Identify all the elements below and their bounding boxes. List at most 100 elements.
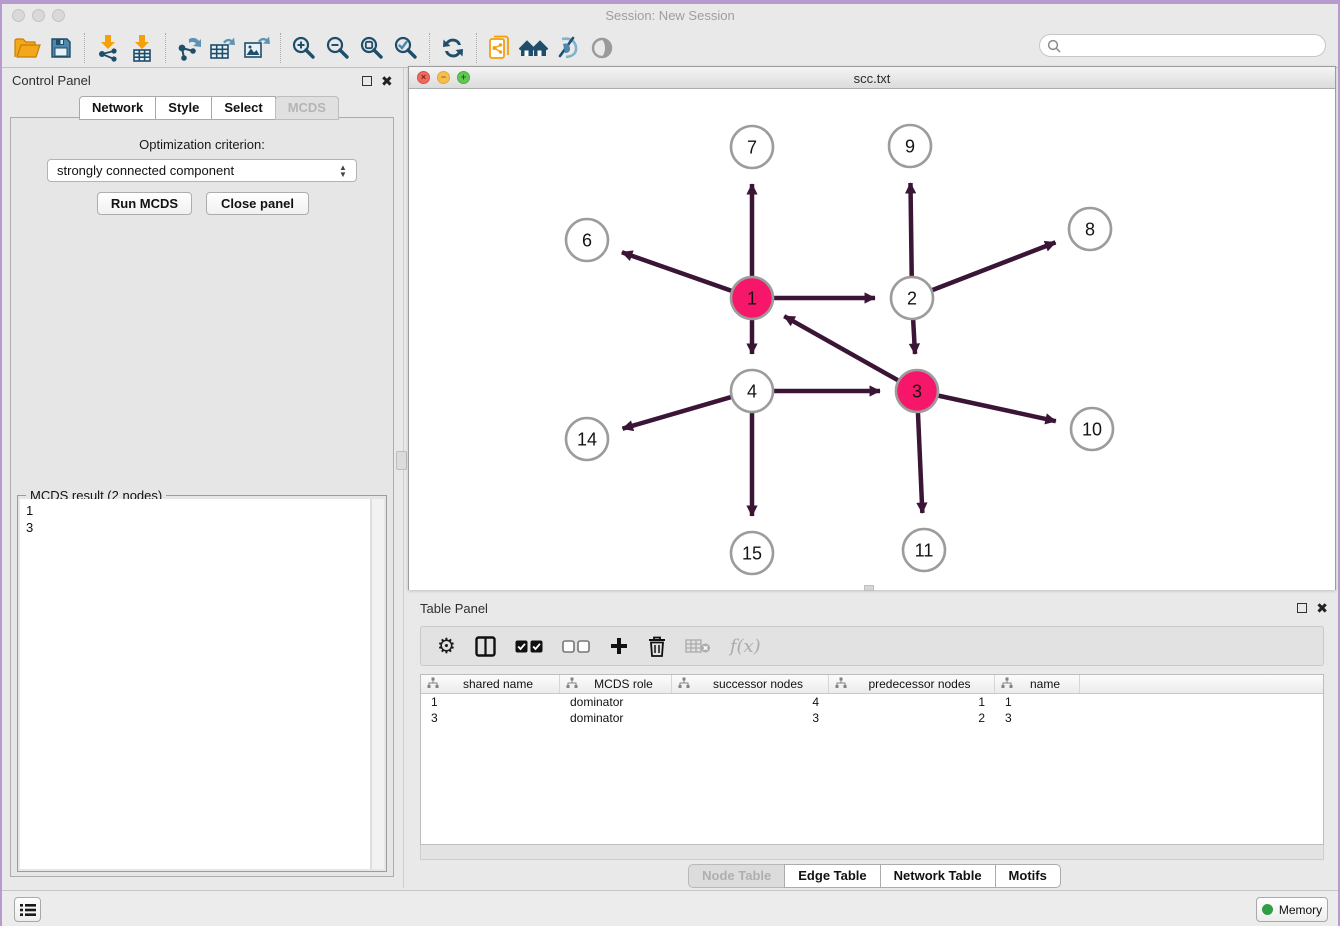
open-session-icon[interactable] (10, 32, 44, 64)
toolbar-separator (165, 33, 166, 63)
edge-2-3[interactable] (913, 318, 915, 354)
node-11[interactable]: 11 (903, 529, 945, 571)
svg-text:3: 3 (912, 382, 922, 402)
control-tab-select[interactable]: Select (211, 96, 275, 120)
cell-name[interactable]: 1 (995, 694, 1080, 710)
network-window-titlebar[interactable]: × − + scc.txt (409, 67, 1335, 89)
table-scroll-strip[interactable] (420, 845, 1324, 860)
table-row[interactable]: 3dominator323 (421, 710, 1323, 726)
import-table-icon[interactable] (125, 32, 159, 64)
table-tab-network-table[interactable]: Network Table (880, 864, 996, 888)
cell-name[interactable]: 3 (995, 710, 1080, 726)
node-3[interactable]: 3 (896, 370, 938, 412)
float-table-panel-icon[interactable] (1297, 603, 1307, 613)
close-panel-icon[interactable]: ✖ (381, 76, 393, 86)
close-table-panel-icon[interactable]: ✖ (1316, 603, 1328, 613)
result-scrollbar[interactable] (371, 499, 384, 869)
add-column-icon[interactable] (609, 636, 629, 656)
node-14[interactable]: 14 (566, 418, 608, 460)
node-9[interactable]: 9 (889, 125, 931, 167)
zoom-selected-icon[interactable] (389, 32, 423, 64)
network-canvas[interactable]: 7 9 6 8 1 2 4 3 14 10 15 11 (409, 89, 1335, 590)
control-tab-style[interactable]: Style (155, 96, 212, 120)
delete-column-icon[interactable] (685, 638, 711, 654)
edge-2-8[interactable] (931, 242, 1056, 290)
cell-successor-nodes[interactable]: 4 (672, 694, 829, 710)
mcds-result-list[interactable]: 1 3 (20, 499, 371, 869)
column-header-shared-name[interactable]: shared name (421, 675, 560, 693)
memory-button[interactable]: Memory (1256, 897, 1328, 922)
deselect-all-checks-icon[interactable] (562, 640, 590, 653)
cell-shared-name[interactable]: 3 (421, 710, 560, 726)
edge-3-1[interactable] (784, 316, 899, 381)
control-tab-network[interactable]: Network (79, 96, 156, 120)
panel-splitter-handle[interactable] (396, 451, 407, 470)
zoom-fit-icon[interactable] (355, 32, 389, 64)
export-image-icon[interactable] (240, 32, 274, 64)
cell-predecessor-nodes[interactable]: 2 (829, 710, 995, 726)
toolbar-separator (429, 33, 430, 63)
criterion-select[interactable]: strongly connected component ▲▼ (47, 159, 357, 182)
table-row[interactable]: 1dominator411 (421, 694, 1323, 710)
reset-panels-icon[interactable] (517, 32, 551, 64)
memory-status-icon (1262, 904, 1273, 915)
table-tab-motifs[interactable]: Motifs (995, 864, 1061, 888)
network-resize-grip[interactable] (864, 585, 874, 591)
control-panel-body: Optimization criterion: strongly connect… (10, 117, 394, 877)
cell-MCDS-role[interactable]: dominator (560, 694, 672, 710)
node-2[interactable]: 2 (891, 277, 933, 319)
task-history-button[interactable] (14, 897, 41, 922)
node-8[interactable]: 8 (1069, 208, 1111, 250)
edge-2-9[interactable] (910, 183, 911, 278)
birds-eye-icon[interactable] (585, 32, 619, 64)
apply-layout-icon[interactable] (436, 32, 470, 64)
save-session-icon[interactable] (44, 32, 78, 64)
zoom-out-icon[interactable] (321, 32, 355, 64)
flatten-hierarchy-icon (427, 677, 439, 692)
svg-text:4: 4 (747, 382, 757, 402)
control-tab-mcds[interactable]: MCDS (275, 96, 339, 120)
export-table-icon[interactable] (206, 32, 240, 64)
table-tabs: Node TableEdge TableNetwork TableMotifs (408, 864, 1340, 888)
edge-3-11[interactable] (918, 411, 922, 513)
mcds-result-box: MCDS result (2 nodes) 1 3 (17, 495, 387, 872)
table-tab-node-table[interactable]: Node Table (688, 864, 785, 888)
export-network-icon[interactable] (172, 32, 206, 64)
delete-row-icon[interactable] (648, 636, 666, 657)
column-header-MCDS-role[interactable]: MCDS role (560, 675, 672, 693)
select-all-checks-icon[interactable] (515, 640, 543, 653)
toolbar-separator (280, 33, 281, 63)
toolbar-separator (84, 33, 85, 63)
flatten-hierarchy-icon (835, 677, 847, 692)
node-1[interactable]: 1 (731, 277, 773, 319)
column-header-name[interactable]: name (995, 675, 1080, 693)
float-panel-icon[interactable] (362, 76, 372, 86)
column-header-predecessor-nodes[interactable]: predecessor nodes (829, 675, 995, 693)
edge-4-14[interactable] (623, 397, 733, 429)
apply-function-icon[interactable]: f(x) (730, 636, 761, 657)
cell-shared-name[interactable]: 1 (421, 694, 560, 710)
clone-network-icon[interactable] (483, 32, 517, 64)
show-columns-icon[interactable] (475, 636, 496, 657)
node-15[interactable]: 15 (731, 532, 773, 574)
show-graphics-details-icon[interactable] (551, 32, 585, 64)
run-mcds-button[interactable]: Run MCDS (97, 192, 192, 215)
import-network-icon[interactable] (91, 32, 125, 64)
node-7[interactable]: 7 (731, 126, 773, 168)
node-6[interactable]: 6 (566, 219, 608, 261)
close-panel-button[interactable]: Close panel (206, 192, 309, 215)
cell-successor-nodes[interactable]: 3 (672, 710, 829, 726)
cell-predecessor-nodes[interactable]: 1 (829, 694, 995, 710)
edge-1-6[interactable] (622, 252, 733, 291)
cell-MCDS-role[interactable]: dominator (560, 710, 672, 726)
table-options-icon[interactable]: ⚙ (437, 634, 456, 658)
node-10[interactable]: 10 (1071, 408, 1113, 450)
search-input[interactable] (1066, 39, 1316, 53)
flatten-hierarchy-icon (566, 677, 578, 692)
table-tab-edge-table[interactable]: Edge Table (784, 864, 880, 888)
search-field[interactable] (1039, 34, 1326, 57)
column-header-successor-nodes[interactable]: successor nodes (672, 675, 829, 693)
edge-3-10[interactable] (937, 395, 1056, 421)
zoom-in-icon[interactable] (287, 32, 321, 64)
node-4[interactable]: 4 (731, 370, 773, 412)
